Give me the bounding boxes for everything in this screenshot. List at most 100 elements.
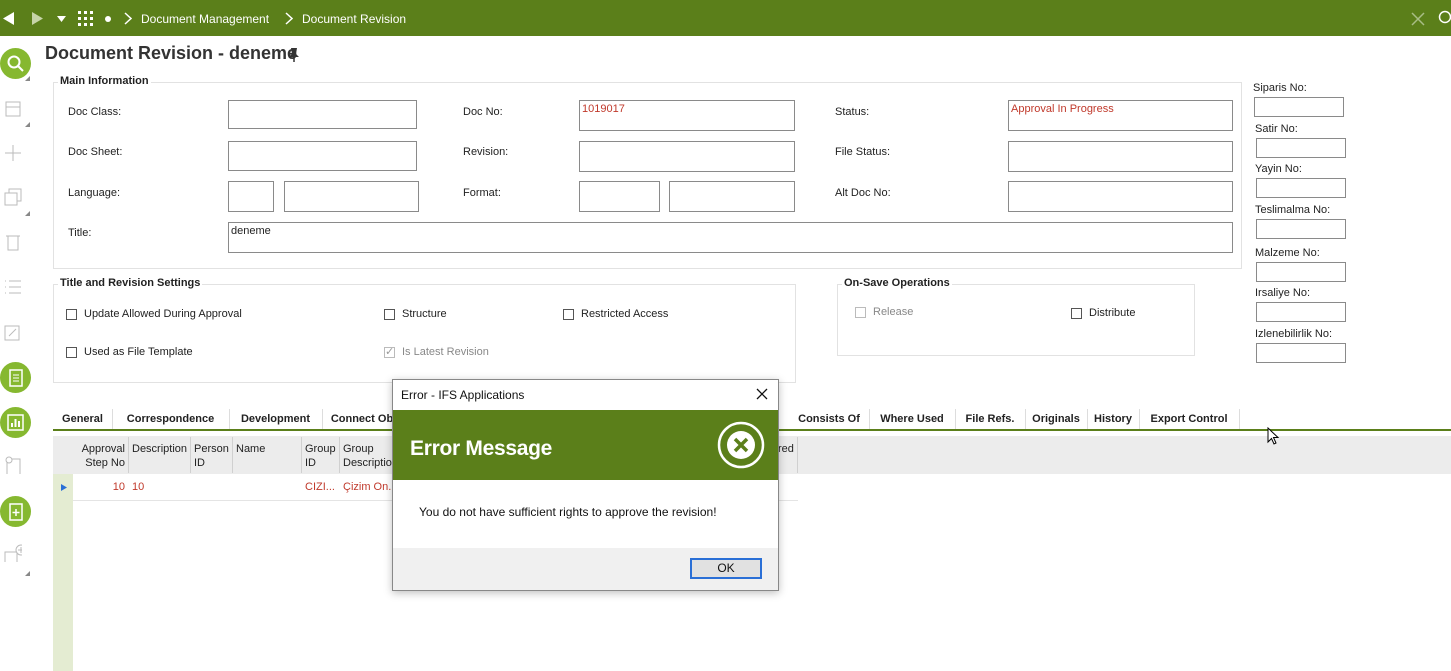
dot-icon: [105, 16, 111, 22]
document-button[interactable]: [0, 362, 31, 393]
update-allowed-checkbox[interactable]: [66, 309, 77, 320]
malzeme-no-label: Malzeme No:: [1255, 247, 1320, 259]
cell-approval-step: 10: [112, 481, 125, 493]
section-title: Title and Revision Settings: [58, 277, 203, 289]
chart-button[interactable]: [0, 407, 31, 438]
satir-no-label: Satir No:: [1255, 123, 1298, 135]
doc-sheet-field[interactable]: [228, 141, 417, 171]
yayin-no-field[interactable]: [1256, 178, 1346, 198]
export-icon[interactable]: [4, 323, 22, 341]
error-message-text: You do not have sufficient rights to app…: [419, 505, 717, 519]
tab-originals[interactable]: Originals: [1025, 409, 1088, 430]
col-description[interactable]: Description: [132, 442, 187, 456]
breadcrumb-item[interactable]: Document Management: [141, 0, 269, 36]
delete-icon[interactable]: [4, 233, 22, 251]
search-icon[interactable]: [1437, 10, 1451, 26]
tab-consists-of[interactable]: Consists Of: [789, 409, 870, 430]
col-partial-header[interactable]: red: [778, 442, 794, 456]
col-person-id[interactable]: Person ID: [194, 442, 230, 470]
satir-no-field[interactable]: [1256, 138, 1346, 158]
col-separator: [301, 437, 302, 473]
izlenebilirlik-no-label: Izlenebilirlik No:: [1255, 328, 1333, 340]
format-field[interactable]: [579, 181, 660, 212]
tab-correspondence[interactable]: Correspondence: [112, 409, 230, 430]
siparis-no-field[interactable]: [1254, 97, 1344, 117]
is-latest-revision-label: Is Latest Revision: [402, 346, 489, 358]
file-status-label: File Status:: [835, 146, 891, 158]
section-title: Main Information: [58, 75, 151, 87]
irsaliye-no-field[interactable]: [1256, 302, 1346, 322]
tab-export-control[interactable]: Export Control: [1139, 409, 1240, 430]
pin-icon[interactable]: [288, 47, 300, 63]
dropdown-icon[interactable]: [57, 16, 66, 22]
chart-icon: [7, 414, 24, 431]
teslimalma-no-field[interactable]: [1256, 219, 1346, 239]
row-pointer-icon: [61, 484, 67, 491]
file-status-field[interactable]: [1008, 141, 1233, 172]
duplicate-icon[interactable]: [4, 188, 22, 206]
breadcrumb-item[interactable]: Document Revision: [302, 0, 406, 36]
format-label: Format:: [463, 187, 501, 199]
checklist-icon[interactable]: [4, 456, 22, 474]
row-selector-column: [53, 474, 73, 671]
alt-doc-no-label: Alt Doc No:: [835, 187, 891, 199]
col-group-description[interactable]: Group Description: [343, 442, 398, 470]
dialog-body: You do not have sufficient rights to app…: [393, 480, 778, 548]
close-icon[interactable]: [1411, 12, 1425, 26]
top-navigation-bar: Document Management Document Revision: [0, 0, 1451, 36]
release-checkbox: [855, 307, 866, 318]
back-icon[interactable]: [3, 12, 15, 25]
ok-button[interactable]: OK: [690, 558, 762, 579]
col-approval-step-no[interactable]: Approval Step No: [77, 442, 125, 470]
is-latest-revision-checkbox: [384, 345, 395, 358]
col-separator: [128, 437, 129, 473]
tab-file-refs[interactable]: File Refs.: [955, 409, 1026, 430]
status-field[interactable]: Approval In Progress: [1008, 100, 1233, 131]
tab-development[interactable]: Development: [229, 409, 323, 430]
used-as-template-checkbox[interactable]: [66, 347, 77, 358]
title-field[interactable]: deneme: [228, 222, 1233, 253]
distribute-checkbox[interactable]: [1071, 308, 1082, 319]
format-description-field[interactable]: [669, 181, 795, 212]
restricted-access-checkbox[interactable]: [563, 309, 574, 320]
malzeme-no-field[interactable]: [1256, 262, 1346, 282]
search-button[interactable]: [0, 48, 31, 79]
left-command-rail: [0, 36, 36, 671]
tab-connect-objects[interactable]: Connect Ob: [322, 409, 403, 430]
alt-doc-no-field[interactable]: [1008, 181, 1233, 212]
corner-marker: [25, 76, 30, 81]
structure-label: Structure: [402, 308, 447, 320]
doc-no-field[interactable]: 1019017: [579, 100, 795, 131]
revision-field[interactable]: [579, 141, 795, 172]
status-label: Status:: [835, 106, 870, 118]
col-separator: [190, 437, 191, 473]
tab-history[interactable]: History: [1087, 409, 1140, 430]
forward-icon[interactable]: [31, 12, 43, 25]
new-document-button[interactable]: [0, 496, 31, 527]
doc-class-field[interactable]: [228, 100, 417, 129]
add-connection-icon[interactable]: [4, 544, 22, 562]
corner-marker: [25, 571, 30, 576]
dialog-banner: Error Message: [393, 410, 778, 480]
title-label: Title:: [68, 227, 92, 239]
izlenebilirlik-no-field[interactable]: [1256, 343, 1346, 363]
siparis-no-label: Siparis No:: [1253, 82, 1307, 94]
title-revision-settings-section: [53, 284, 796, 383]
close-icon[interactable]: [756, 388, 768, 400]
form-icon[interactable]: [4, 100, 22, 118]
language-description-field[interactable]: [284, 181, 419, 212]
teslimalma-no-label: Teslimalma No:: [1255, 204, 1331, 216]
cell-group-description: Çizim On...: [343, 481, 398, 493]
search-icon: [7, 55, 24, 72]
distribute-label: Distribute: [1089, 307, 1136, 319]
apps-grid-icon[interactable]: [78, 11, 93, 26]
structure-checkbox[interactable]: [384, 309, 395, 320]
error-dialog: Error - IFS Applications Error Message Y…: [392, 379, 779, 591]
col-group-id[interactable]: Group ID: [305, 442, 337, 470]
list-icon[interactable]: [4, 278, 22, 296]
col-name[interactable]: Name: [236, 442, 265, 456]
tab-general[interactable]: General: [53, 409, 113, 430]
add-icon[interactable]: [4, 144, 22, 162]
language-code-field[interactable]: [228, 181, 274, 212]
tab-where-used[interactable]: Where Used: [869, 409, 956, 430]
